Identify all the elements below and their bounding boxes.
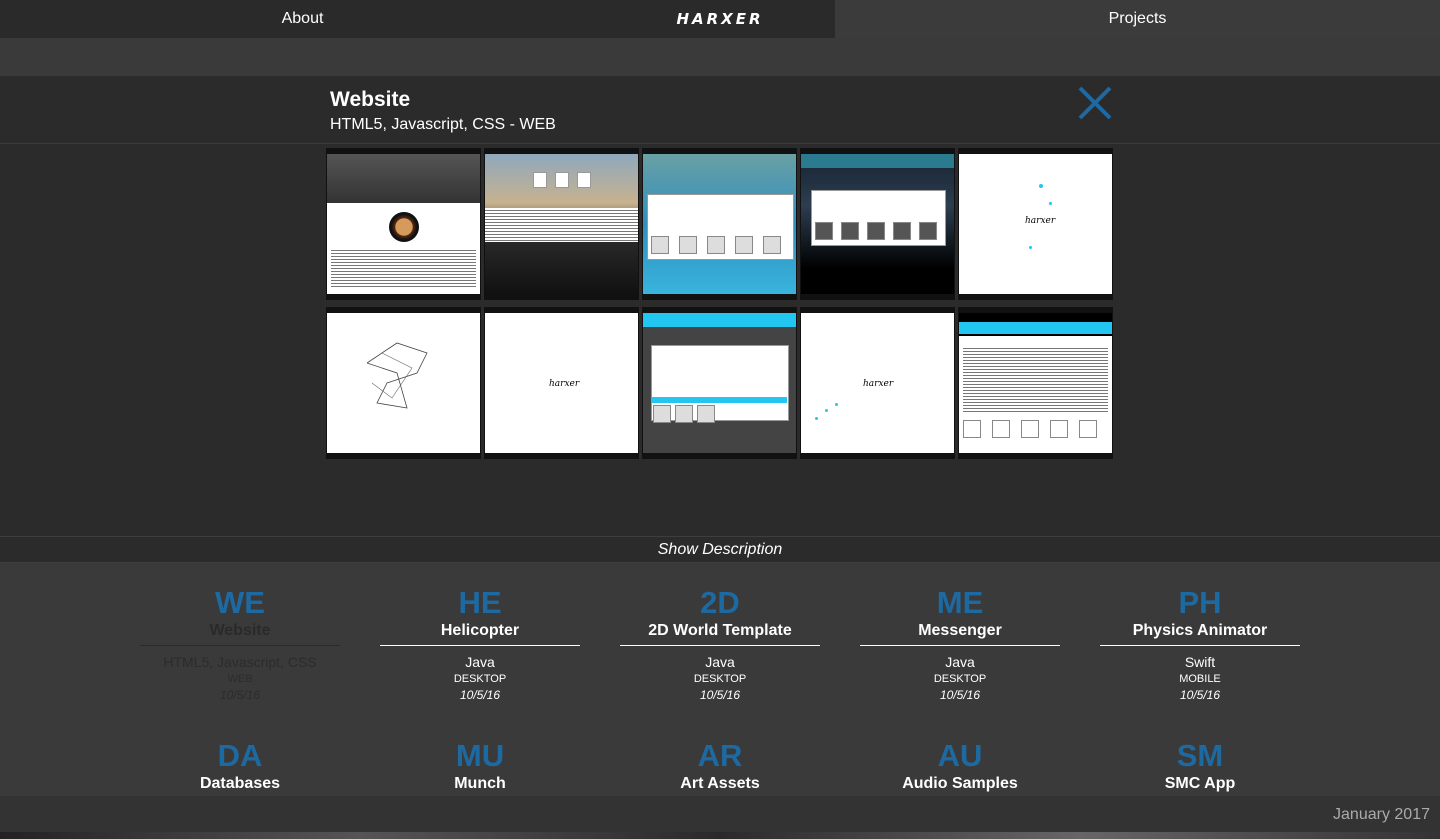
project-name: SMC App: [1164, 775, 1236, 792]
project-platform: WEB: [227, 673, 253, 685]
screenshot-thumbnail[interactable]: [642, 148, 797, 300]
project-date: 10/5/16: [219, 688, 261, 702]
project-name: 2D World Template: [648, 622, 792, 639]
detail-subtitle: HTML5, Javascript, CSS - WEB: [330, 116, 556, 133]
project-card-helicopter[interactable]: HE Helicopter Java DESKTOP 10/5/16: [380, 587, 580, 702]
project-platform: DESKTOP: [933, 673, 987, 685]
project-card-messenger[interactable]: ME Messenger Java DESKTOP 10/5/16: [860, 587, 1060, 702]
project-name: Physics Animator: [1132, 622, 1268, 639]
project-abbr: SM: [1176, 738, 1224, 773]
divider: [620, 645, 820, 646]
project-name: Art Assets: [680, 775, 760, 792]
divider: [860, 645, 1060, 646]
project-card-website[interactable]: WE Website HTML5, Javascript, CSS WEB 10…: [140, 587, 340, 702]
screenshot-thumbnail[interactable]: harxer: [484, 307, 639, 459]
nav-projects-tab[interactable]: Projects: [835, 0, 1440, 38]
project-abbr: AU: [937, 738, 983, 773]
divider: [140, 645, 340, 646]
footer-date: January 2017: [1333, 806, 1430, 823]
top-nav: About HARXER Projects: [0, 0, 1440, 38]
project-abbr: ME: [936, 585, 984, 620]
project-card-physics-animator[interactable]: PH Physics Animator Swift MOBILE 10/5/16: [1100, 587, 1300, 702]
project-abbr: PH: [1178, 585, 1222, 620]
screenshot-thumbnail[interactable]: [484, 148, 639, 300]
project-card-2d-world-template[interactable]: 2D 2D World Template Java DESKTOP 10/5/1…: [620, 587, 820, 702]
project-name: Audio Samples: [902, 775, 1018, 792]
screenshot-thumbnail[interactable]: [642, 307, 797, 459]
projects-grid: WE Website HTML5, Javascript, CSS WEB 10…: [0, 563, 1440, 796]
project-date: 10/5/16: [1179, 688, 1221, 702]
screenshot-thumbnail[interactable]: [326, 148, 481, 300]
project-platform: MOBILE: [1179, 673, 1221, 685]
background-image-strip: [0, 832, 1440, 839]
project-name: Messenger: [918, 622, 1002, 639]
header-spacer: [0, 38, 1440, 76]
project-language: Java: [945, 654, 975, 670]
project-card-audio-samples[interactable]: AU Audio Samples: [860, 740, 1060, 798]
project-card-databases[interactable]: DA Databases: [140, 740, 340, 798]
close-x-icon[interactable]: [1076, 84, 1114, 122]
project-platform: DESKTOP: [453, 673, 507, 685]
project-platform: DESKTOP: [693, 673, 747, 685]
project-abbr: MU: [455, 738, 505, 773]
project-card-munch[interactable]: MU Munch: [380, 740, 580, 798]
screenshot-thumbnail[interactable]: [326, 307, 481, 459]
screenshot-thumbnail[interactable]: harxer: [800, 307, 955, 459]
detail-header: Website HTML5, Javascript, CSS - WEB: [0, 76, 1440, 144]
screenshot-thumbnail[interactable]: [958, 307, 1113, 459]
nav-about-link[interactable]: About: [0, 0, 605, 38]
site-logo[interactable]: HARXER: [605, 0, 835, 38]
project-abbr: WE: [215, 585, 265, 620]
project-name: Munch: [454, 775, 506, 792]
project-abbr: AR: [697, 738, 743, 773]
project-language: Swift: [1184, 654, 1216, 670]
project-language: Java: [465, 654, 495, 670]
project-name: Website: [209, 622, 271, 639]
show-description-toggle[interactable]: Show Description: [0, 536, 1440, 563]
project-name: Databases: [199, 775, 281, 792]
project-abbr: DA: [217, 738, 263, 773]
screenshot-gallery: harxer harxer harxer: [326, 148, 1116, 459]
project-card-art-assets[interactable]: AR Art Assets: [620, 740, 820, 798]
project-date: 10/5/16: [459, 688, 501, 702]
divider: [1100, 645, 1300, 646]
footer: January 2017: [0, 796, 1440, 832]
detail-title: Website: [330, 88, 411, 111]
project-detail-panel: Website HTML5, Javascript, CSS - WEB har…: [0, 76, 1440, 536]
project-card-smc-app[interactable]: SM SMC App: [1100, 740, 1300, 798]
project-abbr: 2D: [700, 585, 740, 620]
project-name: Helicopter: [440, 622, 520, 639]
screenshot-thumbnail[interactable]: [800, 148, 955, 300]
divider: [380, 645, 580, 646]
project-date: 10/5/16: [699, 688, 741, 702]
project-language: Java: [705, 654, 735, 670]
project-date: 10/5/16: [939, 688, 981, 702]
screenshot-thumbnail[interactable]: harxer: [958, 148, 1113, 300]
project-abbr: HE: [458, 585, 502, 620]
project-language: HTML5, Javascript, CSS: [163, 654, 317, 670]
